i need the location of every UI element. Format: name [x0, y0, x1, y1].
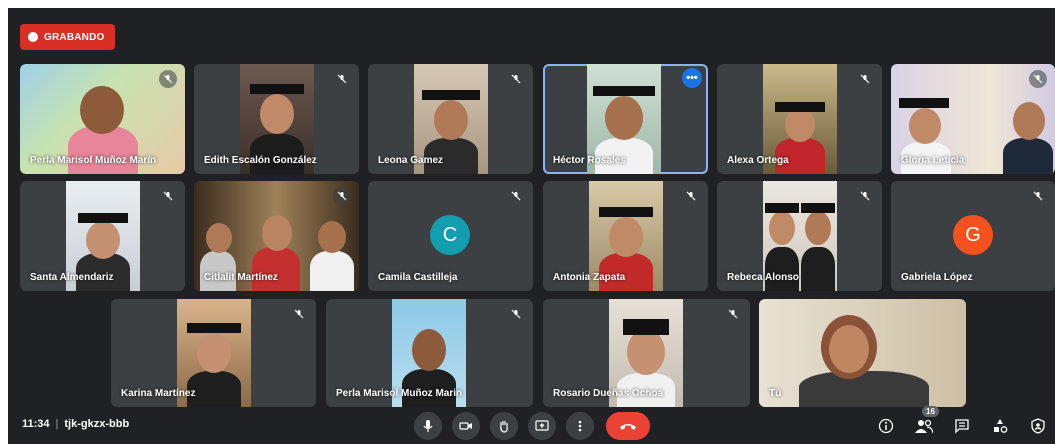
participant-tile[interactable]: Perla Marisol Muñoz Marín [20, 64, 185, 174]
participant-tile[interactable]: C Camila Castilleja [368, 181, 533, 291]
participant-count-badge: 16 [922, 406, 939, 417]
mic-off-icon [856, 70, 874, 88]
camera-button[interactable] [452, 412, 480, 440]
participant-tile[interactable]: Leona Gamez [368, 64, 533, 174]
recording-dot-icon [28, 32, 38, 42]
participant-name: Gabriela López [901, 272, 973, 283]
more-options-menu-button[interactable] [566, 412, 594, 440]
mic-icon [423, 420, 433, 432]
mic-off-icon [333, 187, 351, 205]
mic-off-icon [724, 305, 742, 323]
mic-off-icon [856, 187, 874, 205]
participant-name: Camila Castilleja [378, 272, 458, 283]
chat-button[interactable] [952, 416, 972, 436]
info-icon [878, 418, 894, 434]
mic-off-icon [1029, 187, 1047, 205]
participant-name: Santa Almendariz [30, 272, 114, 283]
participant-name: Antonia Zapata [553, 272, 626, 283]
self-view-tile[interactable]: Tú [759, 299, 966, 407]
recording-indicator[interactable]: GRABANDO [20, 24, 115, 50]
participant-tile[interactable]: Rebeca Alonso [717, 181, 882, 291]
info-button[interactable] [876, 416, 896, 436]
participant-name: Rosario Dueñas Ochoa [553, 388, 664, 399]
meeting-time: 11:34 [22, 418, 50, 430]
self-video [759, 299, 966, 407]
participant-name: Citlalit Martínez [204, 272, 278, 283]
participant-tile[interactable]: Karina Martínez [111, 299, 316, 407]
recording-label: GRABANDO [44, 31, 105, 43]
host-controls-button[interactable] [1028, 416, 1048, 436]
mic-off-icon [1029, 70, 1047, 88]
participant-name: Tú [769, 388, 782, 399]
participant-tile[interactable]: G Gabriela López [891, 181, 1055, 291]
raise-hand-button[interactable] [490, 412, 518, 440]
mic-off-icon [159, 70, 177, 88]
participant-avatar: G [953, 215, 993, 255]
mic-off-icon [682, 187, 700, 205]
end-call-button[interactable] [606, 412, 650, 440]
more-vert-icon [578, 420, 582, 432]
participant-name: Leona Gamez [378, 155, 444, 166]
participant-tile[interactable]: Edith Escalón González [194, 64, 359, 174]
participant-name: Gloria Leticia [901, 155, 965, 166]
participant-tile[interactable]: Rosario Dueñas Ochoa [543, 299, 750, 407]
participant-name: Perla Marisol Muñoz Marin [336, 388, 463, 399]
mic-off-icon [290, 305, 308, 323]
separator: | [55, 418, 59, 430]
more-options-button[interactable]: ••• [682, 68, 702, 88]
activities-button[interactable] [990, 416, 1010, 436]
people-icon [915, 419, 933, 434]
mic-button[interactable] [414, 412, 442, 440]
mic-off-icon [507, 70, 525, 88]
camera-icon [459, 422, 472, 430]
activities-icon [994, 419, 1008, 433]
participant-name: Perla Marisol Muñoz Marín [30, 155, 157, 166]
chat-icon [955, 419, 969, 434]
participant-tile[interactable]: Santa Almendariz [20, 181, 185, 291]
participant-name: Héctor Rosales [553, 155, 626, 166]
participant-name: Rebeca Alonso [727, 272, 799, 283]
participant-tile-active[interactable]: ••• Héctor Rosales [543, 64, 708, 174]
host-controls-icon [1031, 418, 1045, 434]
participant-name: Alexa Ortega [727, 155, 789, 166]
meet-window: GRABANDO Perla Marisol Muñoz Marín Edith… [8, 8, 1055, 444]
mic-off-icon [507, 187, 525, 205]
raise-hand-icon [500, 421, 508, 433]
mic-off-icon [507, 305, 525, 323]
present-screen-icon [535, 420, 549, 431]
bottom-toolbar: 11:34 | tjk-gkzx-bbb 16 [8, 406, 1055, 444]
participant-tile[interactable]: Perla Marisol Muñoz Marin [326, 299, 533, 407]
people-button[interactable]: 16 [914, 406, 939, 436]
participant-tile[interactable]: Gloria Leticia [891, 64, 1055, 174]
mic-off-icon [159, 187, 177, 205]
participant-tile[interactable]: Alexa Ortega [717, 64, 882, 174]
participant-name: Edith Escalón González [204, 155, 317, 166]
meeting-code: tjk-gkzx-bbb [64, 418, 130, 430]
mic-off-icon [333, 70, 351, 88]
participant-tile[interactable]: Citlalit Martínez [194, 181, 359, 291]
participant-name: Karina Martínez [121, 388, 196, 399]
participant-tile[interactable]: Antonia Zapata [543, 181, 708, 291]
present-screen-button[interactable] [528, 412, 556, 440]
end-call-icon [620, 424, 636, 430]
meeting-info: 11:34 | tjk-gkzx-bbb [22, 418, 129, 430]
participant-avatar: C [430, 215, 470, 255]
